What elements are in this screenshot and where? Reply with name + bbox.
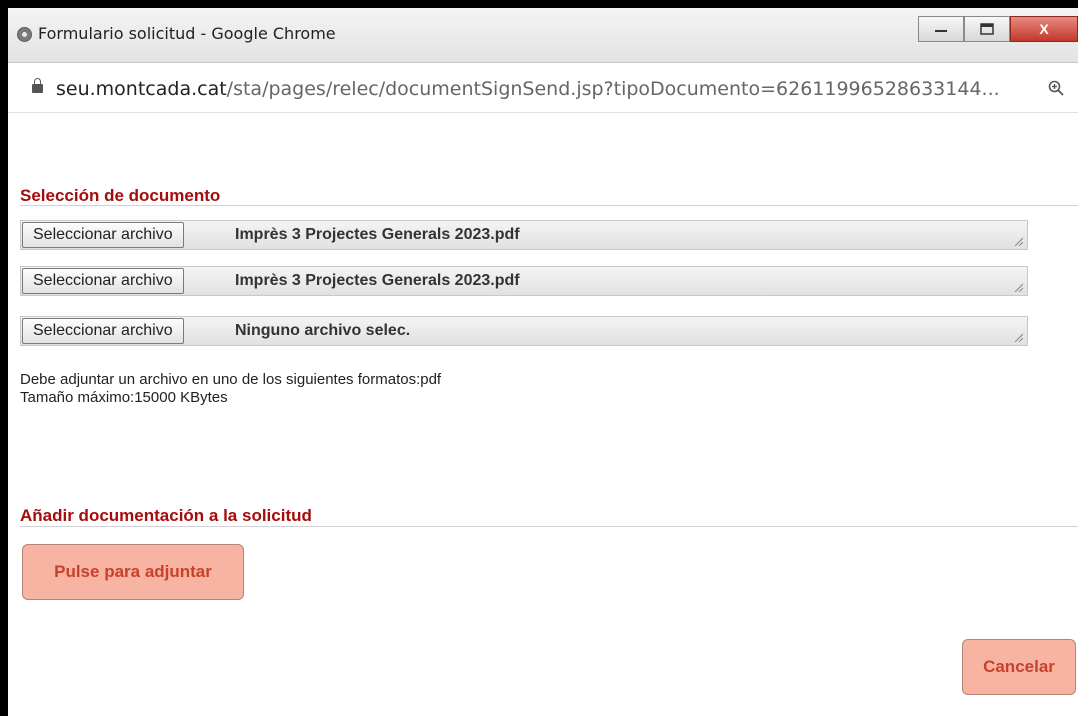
select-file-button[interactable]: Seleccionar archivo [22,222,184,248]
window-controls: X [918,16,1078,44]
section-title-document: Selección de documento [20,186,221,205]
browser-window: Formulario solicitud - Google Chrome X s… [8,8,1078,716]
selected-filename: Imprès 3 Projectes Generals 2023.pdf [235,226,520,243]
resize-grip-icon[interactable] [1013,282,1023,292]
section-title-attach: Añadir documentación a la solicitud [20,506,312,525]
section-divider [20,526,1078,527]
url-path: /sta/pages/relec/documentSignSend.jsp?ti… [226,78,1000,100]
section-divider [20,205,1078,206]
cancel-button[interactable]: Cancelar [962,639,1076,695]
format-info: Debe adjuntar un archivo en uno de los s… [20,371,442,388]
title-bar: Formulario solicitud - Google Chrome X [8,8,1078,63]
resize-grip-icon[interactable] [1013,236,1023,246]
lock-icon [32,78,43,93]
chrome-icon [17,27,32,42]
zoom-icon[interactable] [1048,80,1064,96]
url-text: seu.montcada.cat/sta/pages/relec/documen… [56,78,1000,100]
size-info: Tamaño máximo:15000 KBytes [20,389,228,406]
select-file-button[interactable]: Seleccionar archivo [22,318,184,344]
minimize-button[interactable] [918,16,964,42]
attach-button[interactable]: Pulse para adjuntar [22,544,244,600]
select-file-button[interactable]: Seleccionar archivo [22,268,184,294]
address-bar[interactable]: seu.montcada.cat/sta/pages/relec/documen… [8,72,1078,113]
close-icon: X [1039,21,1049,37]
resize-grip-icon[interactable] [1013,332,1023,342]
maximize-button[interactable] [964,16,1010,42]
maximize-icon [980,23,994,35]
file-input-row[interactable]: Seleccionar archivo Imprès 3 Projectes G… [20,266,1028,296]
window-title: Formulario solicitud - Google Chrome [38,24,336,43]
selected-filename: Imprès 3 Projectes Generals 2023.pdf [235,272,520,289]
selected-filename: Ninguno archivo selec. [235,322,411,339]
file-input-row[interactable]: Seleccionar archivo Ninguno archivo sele… [20,316,1028,346]
url-host: seu.montcada.cat [56,78,227,100]
file-input-row[interactable]: Seleccionar archivo Imprès 3 Projectes G… [20,220,1028,250]
page-content: Selección de documento Seleccionar archi… [8,118,1078,716]
minimize-icon [935,30,947,32]
close-button[interactable]: X [1010,16,1078,42]
